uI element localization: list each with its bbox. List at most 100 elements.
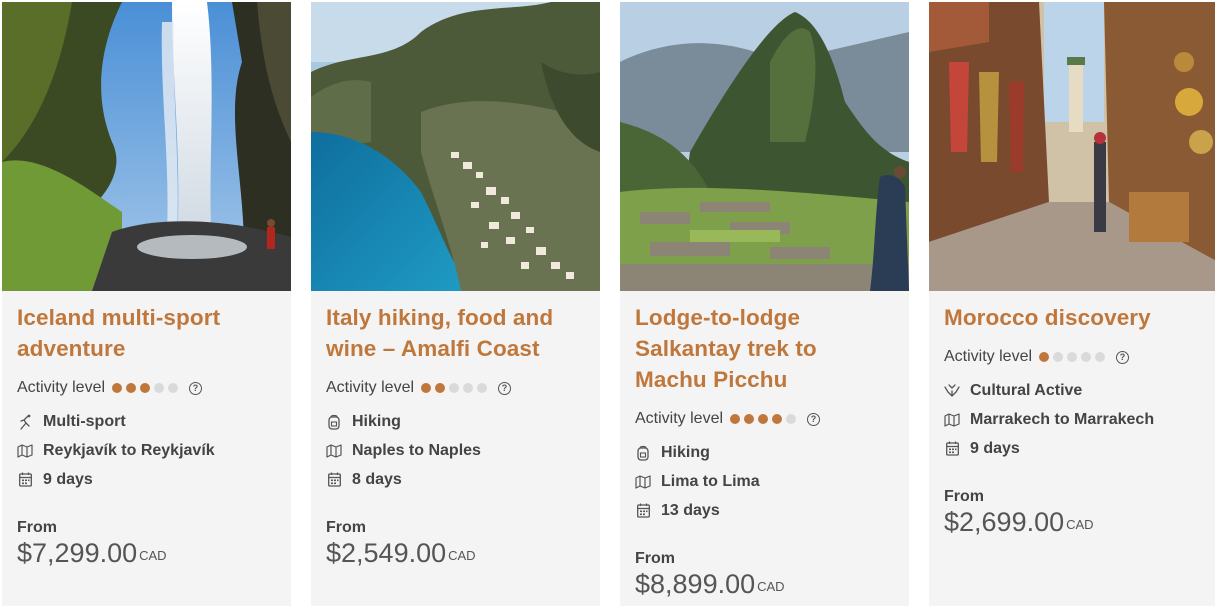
price-block: From $7,299.00 CAD [17, 519, 167, 568]
map-icon [17, 443, 33, 459]
duration: 13 days [661, 501, 720, 519]
activity-dot-filled [126, 383, 137, 393]
duration-row: 13 days [635, 496, 894, 525]
activity-level: Activity level ? [635, 409, 894, 429]
activity-dot-empty [1067, 352, 1078, 362]
activity-dot-empty [168, 383, 179, 393]
activity-level: Activity level ? [944, 347, 1203, 367]
tour-meta: Cultural Active Marrakech to Marrakech 9… [944, 376, 1203, 463]
tour-title[interactable]: Lodge-to-lodge Salkantay trek to Machu P… [635, 302, 894, 395]
duration: 8 days [352, 470, 402, 488]
activity-dot-empty [463, 383, 474, 393]
route-row: Lima to Lima [635, 467, 894, 496]
duration: 9 days [43, 470, 93, 488]
activity-level-label: Activity level [326, 379, 415, 396]
backpack-icon [326, 414, 342, 430]
tour-card-morocco[interactable]: Morocco discovery Activity level ? Cultu… [929, 2, 1215, 606]
activity-dot-empty [1081, 352, 1092, 362]
backpack-icon [635, 445, 651, 461]
activity-type: Hiking [661, 443, 710, 461]
activity-type-row: Hiking [635, 438, 894, 467]
activity-level-dots [1039, 352, 1106, 362]
activity-dot-filled [758, 414, 769, 424]
price-amount: $2,549.00 [326, 538, 447, 568]
activity-dot-empty [1095, 352, 1106, 362]
route-row: Marrakech to Marrakech [944, 405, 1203, 434]
activity-dot-filled [730, 414, 741, 424]
from-label: From [635, 550, 675, 567]
price-currency: CAD [1066, 517, 1094, 532]
tour-photo-waterfall[interactable] [2, 2, 291, 291]
price-amount: $7,299.00 [17, 538, 138, 568]
activity-type-row: Hiking [326, 407, 585, 436]
from-label: From [944, 488, 984, 505]
tour-card-machu-picchu[interactable]: Lodge-to-lodge Salkantay trek to Machu P… [620, 2, 909, 606]
activity-dot-filled [772, 414, 783, 424]
tour-title[interactable]: Italy hiking, food and wine – Amalfi Coa… [326, 302, 585, 364]
price-amount: $2,699.00 [944, 507, 1065, 537]
activity-dot-filled [744, 414, 755, 424]
route: Lima to Lima [661, 472, 760, 490]
price: $2,699.00 CAD [944, 507, 1094, 537]
activity-level-label: Activity level [944, 348, 1033, 365]
price-block: From $8,899.00 CAD [635, 550, 785, 599]
activity-dot-filled [112, 383, 123, 393]
activity-dot-filled [140, 383, 151, 393]
route-row: Naples to Naples [326, 436, 585, 465]
calendar-icon [326, 472, 342, 488]
tour-photo-marrakech-souk[interactable] [929, 2, 1215, 291]
tour-photo-machu-picchu[interactable] [620, 2, 909, 291]
activity-dot-empty [154, 383, 165, 393]
activity-level: Activity level ? [17, 378, 276, 398]
duration-row: 8 days [326, 465, 585, 494]
price-amount: $8,899.00 [635, 569, 756, 599]
from-label: From [326, 519, 366, 536]
activity-dot-empty [786, 414, 797, 424]
map-icon [635, 474, 651, 490]
route: Naples to Naples [352, 441, 481, 459]
activity-level-label: Activity level [635, 410, 724, 427]
activity-dot-empty [1053, 352, 1064, 362]
price-currency: CAD [757, 579, 785, 594]
activity-type-row: Multi-sport [17, 407, 276, 436]
cultural-hands-icon [944, 383, 960, 399]
price-block: From $2,549.00 CAD [326, 519, 476, 568]
activity-dot-empty [477, 383, 488, 393]
calendar-icon [635, 503, 651, 519]
multi-sport-icon [17, 414, 33, 430]
duration-row: 9 days [17, 465, 276, 494]
from-label: From [17, 519, 57, 536]
help-icon[interactable]: ? [807, 412, 821, 426]
activity-level-label: Activity level [17, 379, 106, 396]
help-icon[interactable]: ? [189, 381, 203, 395]
activity-dot-empty [449, 383, 460, 393]
price: $2,549.00 CAD [326, 538, 476, 568]
activity-dot-filled [1039, 352, 1050, 362]
route-row: Reykjavík to Reykjavík [17, 436, 276, 465]
activity-type: Hiking [352, 412, 401, 430]
map-icon [326, 443, 342, 459]
help-icon[interactable]: ? [1116, 350, 1130, 364]
activity-level-dots [112, 383, 179, 393]
price-block: From $2,699.00 CAD [944, 488, 1094, 537]
activity-level-dots [421, 383, 488, 393]
price: $8,899.00 CAD [635, 569, 785, 599]
activity-level: Activity level ? [326, 378, 585, 398]
tour-card-list: Iceland multi-sport adventure Activity l… [2, 2, 1215, 606]
price-currency: CAD [139, 548, 167, 563]
activity-type: Cultural Active [970, 381, 1083, 399]
tour-meta: Hiking Naples to Naples 8 days [326, 407, 585, 494]
tour-title[interactable]: Iceland multi-sport adventure [17, 302, 276, 364]
map-icon [944, 412, 960, 428]
activity-type: Multi-sport [43, 412, 126, 430]
calendar-icon [17, 472, 33, 488]
activity-level-dots [730, 414, 797, 424]
tour-card-iceland[interactable]: Iceland multi-sport adventure Activity l… [2, 2, 291, 606]
tour-photo-amalfi-coast[interactable] [311, 2, 600, 291]
calendar-icon [944, 441, 960, 457]
duration-row: 9 days [944, 434, 1203, 463]
tour-card-italy[interactable]: Italy hiking, food and wine – Amalfi Coa… [311, 2, 600, 606]
price-currency: CAD [448, 548, 476, 563]
help-icon[interactable]: ? [498, 381, 512, 395]
tour-title[interactable]: Morocco discovery [944, 302, 1203, 333]
